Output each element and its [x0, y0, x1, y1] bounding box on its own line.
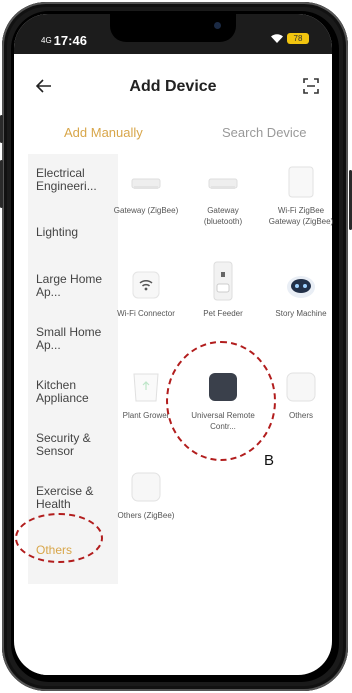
status-bar: 4G 17:46 78	[14, 14, 332, 54]
device-label: Wi-Fi ZigBee Gateway (ZigBee)	[268, 206, 334, 226]
device-gateway-zigbee[interactable]: Gateway (ZigBee)	[110, 165, 182, 216]
active-category-highlight	[28, 669, 118, 675]
plant-pot-icon	[129, 370, 163, 404]
tab-search-device[interactable]: Search Device	[222, 125, 307, 140]
category-kitchen-appliance[interactable]: Kitchen Appliance	[36, 379, 114, 405]
category-large-home-appliance[interactable]: Large Home Ap...	[36, 273, 114, 299]
device-label: Others (ZigBee)	[117, 511, 175, 520]
annotation-circle-others	[15, 513, 103, 563]
phone-side-button	[0, 160, 3, 208]
box-icon	[284, 165, 318, 199]
box-icon	[129, 470, 163, 504]
robot-icon	[284, 268, 318, 302]
device-label: Others	[288, 411, 313, 420]
box-icon	[284, 370, 318, 404]
wifi-icon	[129, 268, 163, 302]
scan-icon[interactable]	[303, 78, 319, 94]
device-gateway-bluetooth[interactable]: Gateway (bluetooth)	[187, 165, 259, 227]
pet-feeder-icon	[206, 260, 240, 302]
tab-add-manually[interactable]: Add Manually	[64, 125, 143, 140]
device-label: Pet Feeder	[203, 309, 243, 318]
category-small-home-appliance[interactable]: Small Home Ap...	[36, 326, 114, 352]
device-label: Story Machine	[275, 309, 327, 318]
page-title: Add Device	[129, 78, 217, 95]
status-time: 4G 17:46	[41, 33, 87, 48]
phone-side-button	[0, 115, 3, 143]
app-screen: 4G 17:46 78 Add Device Add Manually Searc…	[14, 14, 332, 675]
device-label: Gateway (bluetooth)	[203, 206, 243, 226]
device-label: Gateway (ZigBee)	[113, 206, 179, 215]
wifi-status-icon	[270, 33, 284, 47]
category-security-sensor[interactable]: Security & Sensor	[36, 432, 114, 458]
signal-label: 4G	[41, 36, 52, 45]
device-wifi-connector[interactable]: Wi-Fi Connector	[110, 268, 182, 319]
device-label: Wi-Fi Connector	[117, 309, 175, 318]
category-exercise-health[interactable]: Exercise & Health	[36, 485, 114, 511]
battery-indicator: 78	[287, 33, 309, 44]
device-wifi-zigbee-gateway[interactable]: Wi-Fi ZigBee Gateway (ZigBee)	[265, 165, 337, 227]
annotation-letter: B	[264, 452, 275, 469]
gateway-icon	[206, 165, 240, 199]
category-lighting[interactable]: Lighting	[36, 226, 114, 239]
time-text: 17:46	[53, 33, 87, 48]
device-pet-feeder[interactable]: Pet Feeder	[187, 260, 259, 319]
annotation-circle-remote	[166, 341, 276, 461]
camera-dot	[214, 22, 221, 29]
device-others-zigbee[interactable]: Others (ZigBee)	[110, 470, 182, 521]
category-electrical[interactable]: Electrical Engineeri...	[36, 167, 114, 193]
gateway-icon	[129, 165, 163, 199]
device-story-machine[interactable]: Story Machine	[265, 268, 337, 319]
